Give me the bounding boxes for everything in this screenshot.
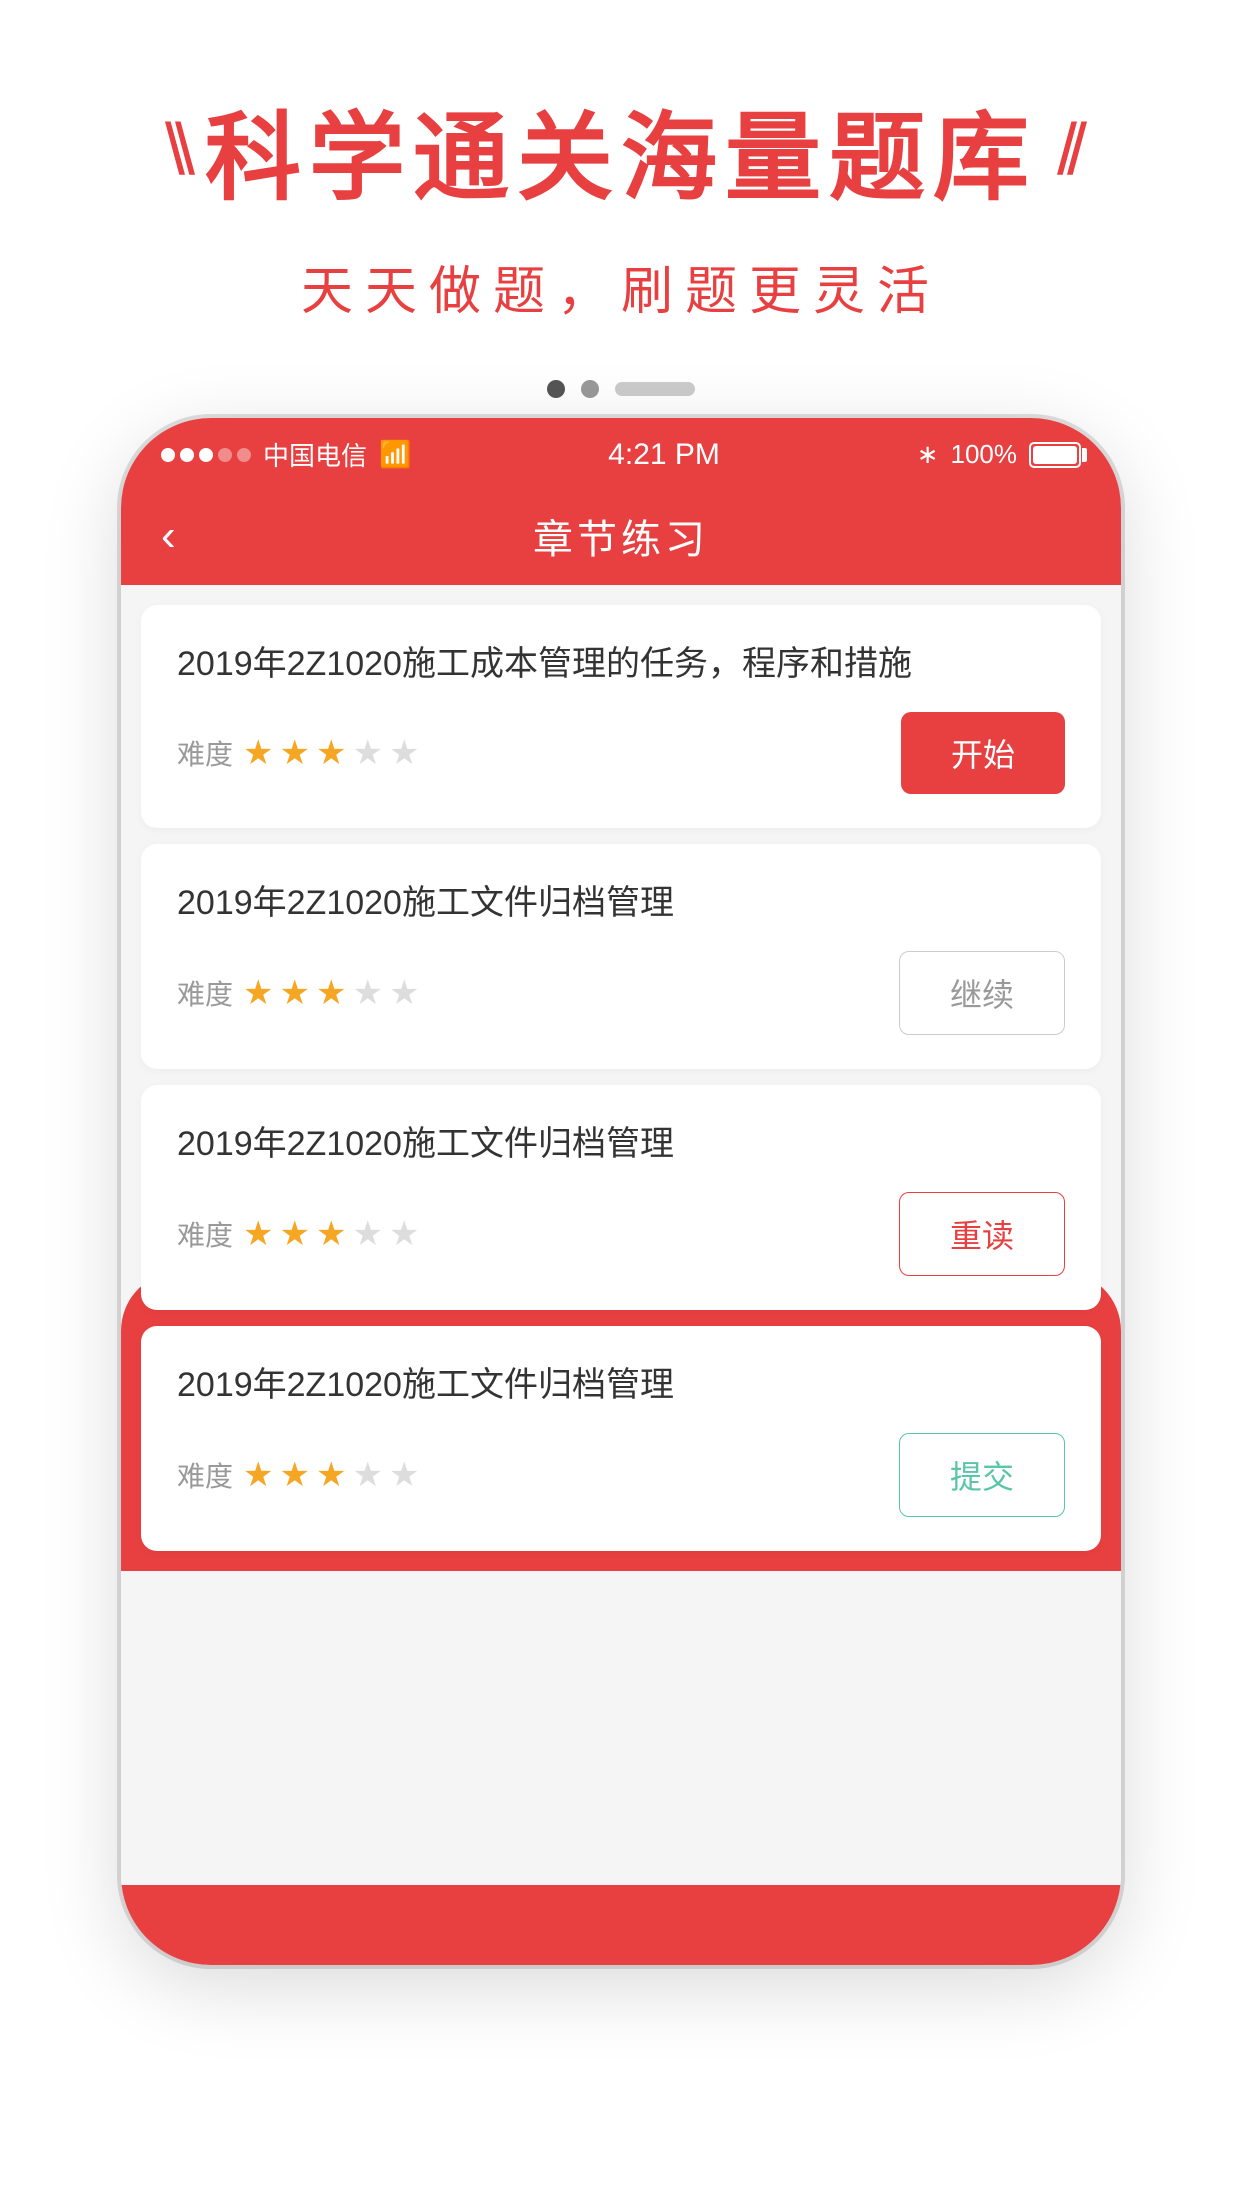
wifi-icon: 📶	[379, 439, 411, 470]
star-4-1: ★	[243, 1455, 273, 1495]
card-3-difficulty: 难度 ★ ★ ★ ★ ★	[177, 1214, 419, 1254]
card-2-title: 2019年2Z1020施工文件归档管理	[177, 878, 1065, 929]
signal-dot-5	[237, 448, 251, 462]
promo-area: \\ 科学通关海量题库 // 天天做题，刷题更灵活	[0, 0, 1242, 384]
card-4-stars: ★ ★ ★ ★ ★	[243, 1455, 419, 1495]
card-3-title: 2019年2Z1020施工文件归档管理	[177, 1119, 1065, 1170]
nav-bar: ‹ 章节练习	[121, 487, 1121, 585]
star-3-5: ★	[389, 1214, 419, 1254]
battery-percent: 100%	[950, 439, 1017, 470]
battery-box	[1029, 442, 1081, 468]
dot-2	[581, 380, 599, 398]
status-time: 4:21 PM	[608, 438, 720, 472]
promo-subtitle: 天天做题，刷题更灵活	[60, 249, 1182, 324]
star-1-5: ★	[389, 733, 419, 773]
star-2-2: ★	[280, 973, 310, 1013]
start-button-1[interactable]: 开始	[901, 712, 1065, 794]
star-3-4: ★	[352, 1214, 382, 1254]
status-bar: 中国电信 📶 4:21 PM ∗ 100%	[121, 418, 1121, 487]
nav-title: 章节练习	[533, 507, 709, 565]
submit-button-4[interactable]: 提交	[899, 1433, 1065, 1517]
star-4-5: ★	[389, 1455, 419, 1495]
bluetooth-icon: ∗	[917, 439, 939, 470]
practice-card-3: 2019年2Z1020施工文件归档管理 难度 ★ ★ ★ ★ ★	[141, 1085, 1101, 1310]
dot-line	[615, 382, 695, 396]
signal-dot-3	[199, 448, 213, 462]
star-2-1: ★	[243, 973, 273, 1013]
card-4-difficulty: 难度 ★ ★ ★ ★ ★	[177, 1455, 419, 1495]
status-right: ∗ 100%	[917, 439, 1081, 470]
card-2-footer: 难度 ★ ★ ★ ★ ★ 继续	[177, 951, 1065, 1035]
battery-container	[1029, 442, 1081, 468]
star-3-3: ★	[316, 1214, 346, 1254]
battery-fill	[1033, 446, 1077, 464]
star-4-2: ★	[280, 1455, 310, 1495]
reread-button-3[interactable]: 重读	[899, 1192, 1065, 1276]
star-2-5: ★	[389, 973, 419, 1013]
signal-dot-2	[180, 448, 194, 462]
practice-card-2: 2019年2Z1020施工文件归档管理 难度 ★ ★ ★ ★ ★ 继续	[141, 844, 1101, 1069]
difficulty-label-1: 难度	[177, 733, 233, 773]
back-button[interactable]: ‹	[161, 511, 176, 561]
star-1-1: ★	[243, 733, 273, 773]
card-2-stars: ★ ★ ★ ★ ★	[243, 973, 419, 1013]
card-1-footer: 难度 ★ ★ ★ ★ ★ 开始	[177, 712, 1065, 794]
card-2-difficulty: 难度 ★ ★ ★ ★ ★	[177, 973, 419, 1013]
practice-card-1: 2019年2Z1020施工成本管理的任务，程序和措施 难度 ★ ★ ★ ★ ★ …	[141, 605, 1101, 828]
card-4-footer: 难度 ★ ★ ★ ★ ★ 提交	[177, 1433, 1065, 1517]
slash-left-deco: \\	[165, 114, 185, 186]
phone-bottom-red	[121, 1885, 1121, 1965]
content-area: 2019年2Z1020施工成本管理的任务，程序和措施 难度 ★ ★ ★ ★ ★ …	[121, 585, 1121, 1885]
pagination-dots	[121, 380, 1121, 398]
star-4-4: ★	[352, 1455, 382, 1495]
card-3-stars: ★ ★ ★ ★ ★	[243, 1214, 419, 1254]
star-3-2: ★	[280, 1214, 310, 1254]
card-3-footer: 难度 ★ ★ ★ ★ ★ 重读	[177, 1192, 1065, 1276]
continue-button-2[interactable]: 继续	[899, 951, 1065, 1035]
slash-right-deco: //	[1057, 114, 1077, 186]
star-1-2: ★	[280, 733, 310, 773]
carrier-text: 中国电信	[263, 436, 367, 473]
signal-dots	[161, 448, 251, 462]
difficulty-label-4: 难度	[177, 1455, 233, 1495]
star-4-3: ★	[316, 1455, 346, 1495]
signal-dot-1	[161, 448, 175, 462]
card-1-title: 2019年2Z1020施工成本管理的任务，程序和措施	[177, 639, 1065, 690]
star-1-4: ★	[352, 733, 382, 773]
signal-dot-4	[218, 448, 232, 462]
practice-card-4: 2019年2Z1020施工文件归档管理 难度 ★ ★ ★ ★ ★	[141, 1326, 1101, 1551]
card-1-difficulty: 难度 ★ ★ ★ ★ ★	[177, 733, 419, 773]
promo-title-row: \\ 科学通关海量题库 //	[60, 80, 1182, 219]
phone-frame: 中国电信 📶 4:21 PM ∗ 100% ‹ 章节练习	[121, 418, 1121, 1965]
status-left: 中国电信 📶	[161, 436, 411, 473]
phone-mockup: 中国电信 📶 4:21 PM ∗ 100% ‹ 章节练习	[121, 380, 1121, 1965]
star-2-3: ★	[316, 973, 346, 1013]
difficulty-label-3: 难度	[177, 1214, 233, 1254]
card-1-stars: ★ ★ ★ ★ ★	[243, 733, 419, 773]
star-1-3: ★	[316, 733, 346, 773]
card-4-title: 2019年2Z1020施工文件归档管理	[177, 1360, 1065, 1411]
promo-title: 科学通关海量题库	[205, 80, 1037, 219]
difficulty-label-2: 难度	[177, 973, 233, 1013]
star-2-4: ★	[352, 973, 382, 1013]
star-3-1: ★	[243, 1214, 273, 1254]
dot-1	[547, 380, 565, 398]
